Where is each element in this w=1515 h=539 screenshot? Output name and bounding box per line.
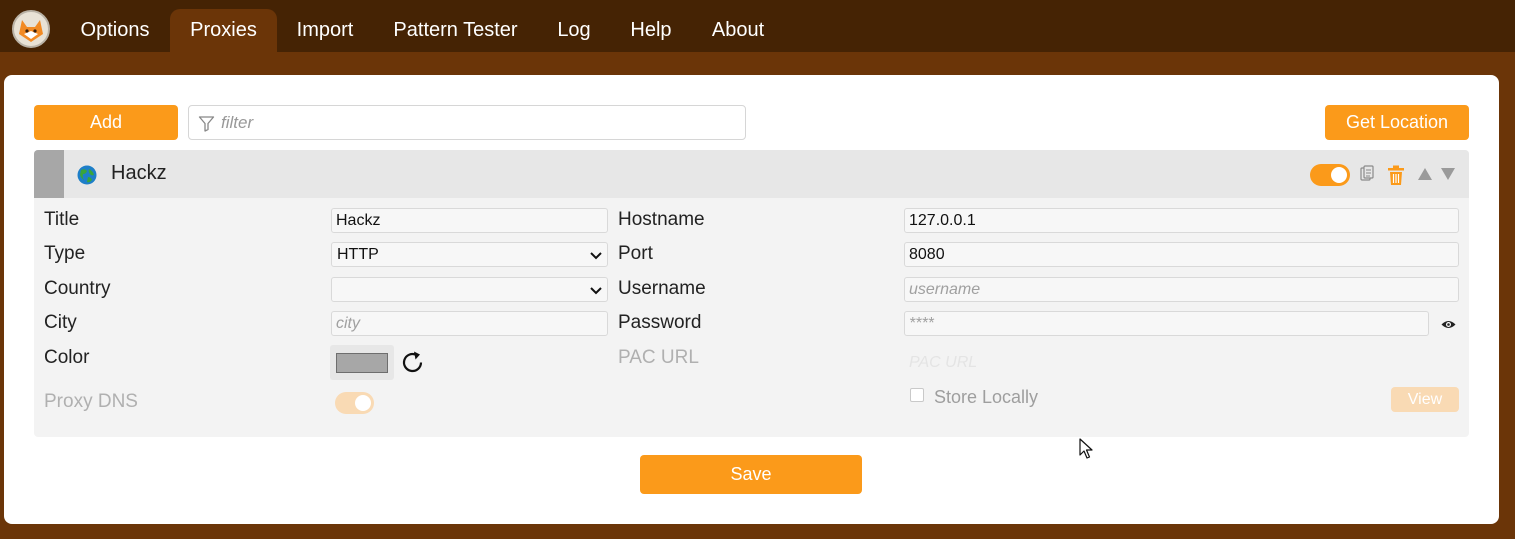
- username-field[interactable]: [904, 277, 1459, 302]
- duplicate-icon[interactable]: [1360, 165, 1374, 181]
- filter-input[interactable]: [221, 110, 731, 135]
- eye-icon[interactable]: [1441, 319, 1456, 330]
- pac-url-field[interactable]: [904, 350, 1459, 375]
- city-field[interactable]: [331, 311, 608, 336]
- chevron-down-icon: [590, 252, 602, 260]
- type-label: Type: [44, 243, 86, 264]
- proxy-dns-label: Proxy DNS: [44, 391, 138, 412]
- tab-pattern-tester[interactable]: Pattern Tester: [376, 9, 535, 52]
- filter-box[interactable]: [188, 105, 746, 140]
- save-button[interactable]: Save: [640, 455, 862, 494]
- move-up-icon[interactable]: [1417, 167, 1433, 181]
- mouse-cursor-icon: [1079, 438, 1093, 459]
- tab-options[interactable]: Options: [62, 9, 168, 52]
- color-picker[interactable]: [330, 345, 394, 380]
- get-location-button[interactable]: Get Location: [1325, 105, 1469, 140]
- globe-icon: [77, 165, 97, 185]
- add-button[interactable]: Add: [34, 105, 178, 140]
- username-label: Username: [618, 278, 706, 299]
- tab-proxies[interactable]: Proxies: [170, 9, 277, 52]
- hostname-label: Hostname: [618, 209, 705, 230]
- type-select-value: HTTP: [337, 246, 379, 263]
- filter-icon: [198, 116, 215, 132]
- proxy-card-header[interactable]: Hackz: [34, 150, 1469, 198]
- view-button[interactable]: View: [1391, 387, 1459, 412]
- tab-log[interactable]: Log: [540, 9, 608, 52]
- country-label: Country: [44, 278, 111, 299]
- store-locally-label: Store Locally: [934, 387, 1039, 407]
- port-label: Port: [618, 243, 653, 264]
- proxy-color-strip: [34, 150, 64, 198]
- tab-about[interactable]: About: [694, 9, 782, 52]
- title-field[interactable]: [331, 208, 608, 233]
- color-label: Color: [44, 347, 90, 368]
- tab-import[interactable]: Import: [280, 9, 370, 52]
- trash-icon[interactable]: [1387, 165, 1405, 186]
- password-label: Password: [618, 312, 702, 333]
- store-locally-checkbox[interactable]: [910, 388, 924, 402]
- port-field[interactable]: [904, 242, 1459, 267]
- country-select[interactable]: [331, 277, 608, 302]
- password-field[interactable]: [904, 311, 1429, 336]
- chevron-down-icon: [590, 287, 602, 295]
- proxy-enable-toggle[interactable]: [1310, 164, 1350, 186]
- top-nav-bar: Options Proxies Import Pattern Tester Lo…: [0, 0, 1515, 52]
- pac-url-label: PAC URL: [618, 347, 699, 368]
- color-swatch: [336, 353, 388, 373]
- type-select[interactable]: HTTP: [331, 242, 608, 267]
- hostname-field[interactable]: [904, 208, 1459, 233]
- title-label: Title: [44, 209, 80, 230]
- foxyproxy-logo: [12, 10, 50, 48]
- city-label: City: [44, 312, 77, 333]
- refresh-icon[interactable]: [399, 349, 426, 376]
- move-down-icon[interactable]: [1440, 167, 1456, 181]
- tab-help[interactable]: Help: [614, 9, 688, 52]
- proxy-dns-toggle[interactable]: [335, 392, 374, 414]
- proxy-title: Hackz: [111, 162, 167, 184]
